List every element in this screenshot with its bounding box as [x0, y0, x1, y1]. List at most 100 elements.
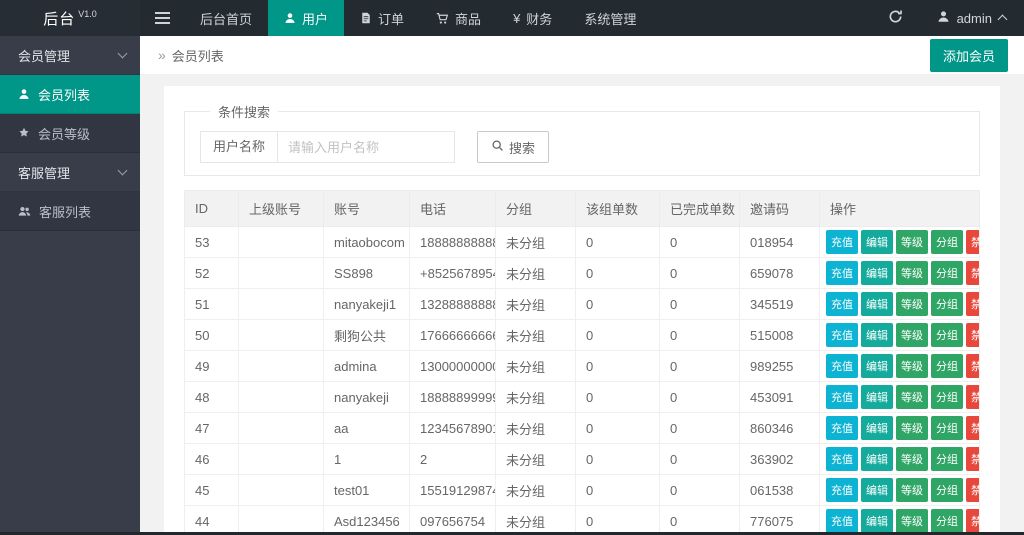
group-button[interactable]: 分组: [931, 478, 963, 502]
username-input[interactable]: [277, 131, 455, 163]
recharge-button[interactable]: 充值: [826, 354, 858, 378]
recharge-button[interactable]: 充值: [826, 509, 858, 533]
column-header: 账号: [324, 191, 410, 227]
level-button[interactable]: 等级: [896, 416, 928, 440]
sidebar-item-label: 会员等级: [38, 124, 90, 143]
top-menu-finance[interactable]: ¥财务: [497, 0, 568, 36]
recharge-button[interactable]: 充值: [826, 385, 858, 409]
group-button[interactable]: 分组: [931, 385, 963, 409]
cell-group: 未分组: [496, 289, 576, 320]
cell-account: nanyakeji: [324, 382, 410, 413]
disable-button[interactable]: 禁用: [966, 354, 980, 378]
search-button-label: 搜索: [509, 138, 535, 157]
cell-parent: [239, 506, 324, 535]
top-menu-order[interactable]: 订单: [344, 0, 420, 36]
cell-phone: 13288888888: [410, 289, 496, 320]
cell-actions: 充值编辑等级分组禁用: [820, 444, 980, 475]
top-menu-user[interactable]: 用户: [268, 0, 344, 36]
cell-actions: 充值编辑等级分组禁用: [820, 289, 980, 320]
sidebar-item-service-list[interactable]: 客服列表: [0, 192, 140, 231]
cell-actions: 充值编辑等级分组禁用: [820, 506, 980, 535]
disable-button[interactable]: 禁用: [966, 447, 980, 471]
edit-button[interactable]: 编辑: [861, 230, 893, 254]
group-button[interactable]: 分组: [931, 354, 963, 378]
recharge-button[interactable]: 充值: [826, 416, 858, 440]
top-menu-label: 财务: [526, 9, 552, 28]
level-button[interactable]: 等级: [896, 261, 928, 285]
group-button[interactable]: 分组: [931, 261, 963, 285]
recharge-button[interactable]: 充值: [826, 478, 858, 502]
cell-group: 未分组: [496, 320, 576, 351]
sidebar-item-member-level[interactable]: 会员等级: [0, 114, 140, 153]
add-member-button[interactable]: 添加会员: [930, 39, 1008, 72]
group-button[interactable]: 分组: [931, 292, 963, 316]
disable-button[interactable]: 禁用: [966, 478, 980, 502]
search-row: 用户名称 搜索: [200, 131, 964, 163]
recharge-button[interactable]: 充值: [826, 323, 858, 347]
group-button[interactable]: 分组: [931, 323, 963, 347]
disable-button[interactable]: 禁用: [966, 385, 980, 409]
cell-invite: 061538: [740, 475, 820, 506]
edit-button[interactable]: 编辑: [861, 478, 893, 502]
disable-button[interactable]: 禁用: [966, 509, 980, 533]
edit-button[interactable]: 编辑: [861, 447, 893, 471]
top-menu-system[interactable]: 系统管理: [568, 0, 652, 36]
top-menu: 后台首页 用户订单商品¥财务系统管理: [184, 0, 652, 36]
edit-button[interactable]: 编辑: [861, 385, 893, 409]
level-button[interactable]: 等级: [896, 230, 928, 254]
cell-parent: [239, 227, 324, 258]
cell-id: 51: [185, 289, 239, 320]
disable-button[interactable]: 禁用: [966, 416, 980, 440]
search-button[interactable]: 搜索: [477, 131, 549, 163]
cell-invite: 018954: [740, 227, 820, 258]
recharge-button[interactable]: 充值: [826, 292, 858, 316]
sidebar: 会员管理会员列表会员等级客服管理客服列表: [0, 36, 140, 535]
level-button[interactable]: 等级: [896, 509, 928, 533]
edit-button[interactable]: 编辑: [861, 509, 893, 533]
disable-button[interactable]: 禁用: [966, 261, 980, 285]
level-button[interactable]: 等级: [896, 292, 928, 316]
cell-actions: 充值编辑等级分组禁用: [820, 382, 980, 413]
level-button[interactable]: 等级: [896, 354, 928, 378]
member-table: ID上级账号账号电话分组该组单数已完成单数邀请码操作 53mitaobocom1…: [184, 190, 980, 535]
cell-phone: 2: [410, 444, 496, 475]
user-icon: [18, 88, 30, 100]
group-button[interactable]: 分组: [931, 230, 963, 254]
edit-button[interactable]: 编辑: [861, 323, 893, 347]
disable-button[interactable]: 禁用: [966, 230, 980, 254]
level-button[interactable]: 等级: [896, 323, 928, 347]
recharge-button[interactable]: 充值: [826, 230, 858, 254]
level-icon: [18, 127, 30, 139]
admin-dropdown[interactable]: admin: [919, 0, 1024, 36]
cell-invite: 453091: [740, 382, 820, 413]
search-fieldset: 条件搜索 用户名称 搜索: [184, 102, 980, 176]
top-menu-label: 用户: [302, 9, 328, 28]
top-menu-goods[interactable]: 商品: [420, 0, 497, 36]
recharge-button[interactable]: 充值: [826, 447, 858, 471]
sidebar-group-service-management[interactable]: 客服管理: [0, 153, 140, 192]
level-button[interactable]: 等级: [896, 478, 928, 502]
level-button[interactable]: 等级: [896, 385, 928, 409]
sidebar-toggle-button[interactable]: [140, 0, 184, 36]
group-button[interactable]: 分组: [931, 447, 963, 471]
edit-button[interactable]: 编辑: [861, 354, 893, 378]
top-menu-home[interactable]: 后台首页: [184, 0, 268, 36]
group-button[interactable]: 分组: [931, 509, 963, 533]
edit-button[interactable]: 编辑: [861, 261, 893, 285]
level-button[interactable]: 等级: [896, 447, 928, 471]
recharge-button[interactable]: 充值: [826, 261, 858, 285]
disable-button[interactable]: 禁用: [966, 292, 980, 316]
sidebar-item-member-list[interactable]: 会员列表: [0, 75, 140, 114]
cell-parent: [239, 382, 324, 413]
edit-button[interactable]: 编辑: [861, 292, 893, 316]
disable-button[interactable]: 禁用: [966, 323, 980, 347]
sidebar-group-member-management[interactable]: 会员管理: [0, 36, 140, 75]
cell-completed: 0: [660, 351, 740, 382]
cell-invite: 515008: [740, 320, 820, 351]
column-header: 该组单数: [576, 191, 660, 227]
refresh-button[interactable]: [873, 0, 919, 36]
group-button[interactable]: 分组: [931, 416, 963, 440]
chevron-down-icon: [118, 49, 128, 59]
cell-id: 52: [185, 258, 239, 289]
edit-button[interactable]: 编辑: [861, 416, 893, 440]
